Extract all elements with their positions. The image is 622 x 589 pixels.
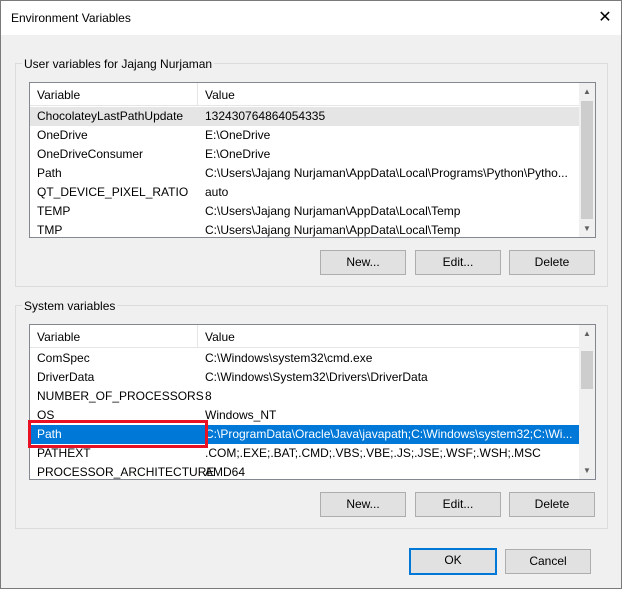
table-row[interactable]: QT_DEVICE_PIXEL_RATIO auto bbox=[30, 183, 579, 202]
variable-name: PROCESSOR_ARCHITECTURE bbox=[37, 465, 215, 479]
table-row[interactable]: TEMP C:\Users\Jajang Nurjaman\AppData\Lo… bbox=[30, 202, 579, 221]
variable-name: NUMBER_OF_PROCESSORS bbox=[37, 389, 204, 403]
variable-value: E:\OneDrive bbox=[205, 147, 271, 161]
variable-value: C:\Windows\system32\cmd.exe bbox=[205, 351, 373, 365]
header-variable[interactable]: Variable bbox=[37, 330, 80, 344]
vertical-scrollbar[interactable]: ▲ ▼ bbox=[579, 83, 595, 237]
variable-value: 8 bbox=[205, 389, 212, 403]
variable-name: OneDrive bbox=[37, 128, 88, 142]
variable-value: C:\Windows\System32\Drivers\DriverData bbox=[205, 370, 428, 384]
environment-variables-dialog: Environment Variables ✕ User variables f… bbox=[0, 0, 622, 589]
table-row[interactable]: ChocolateyLastPathUpdate 132430764864054… bbox=[30, 107, 579, 126]
variable-value: .COM;.EXE;.BAT;.CMD;.VBS;.VBE;.JS;.JSE;.… bbox=[205, 446, 541, 460]
table-row[interactable]: Path C:\Users\Jajang Nurjaman\AppData\Lo… bbox=[30, 164, 579, 183]
variable-value: Windows_NT bbox=[205, 408, 277, 422]
variable-name: ComSpec bbox=[37, 351, 90, 365]
scroll-thumb[interactable] bbox=[581, 101, 593, 219]
highlight-box bbox=[28, 420, 208, 448]
header-value[interactable]: Value bbox=[205, 88, 235, 102]
ok-button[interactable]: OK bbox=[409, 548, 497, 575]
variable-value: AMD64 bbox=[205, 465, 246, 479]
variable-name: Path bbox=[37, 166, 62, 180]
variable-value: E:\OneDrive bbox=[205, 128, 271, 142]
cancel-button[interactable]: Cancel bbox=[505, 549, 591, 574]
title-bar: Environment Variables ✕ bbox=[1, 1, 621, 35]
system-variables-label: System variables bbox=[22, 299, 118, 313]
close-icon[interactable]: ✕ bbox=[591, 7, 619, 29]
system-edit-button[interactable]: Edit... bbox=[415, 492, 501, 517]
table-row[interactable]: TMP C:\Users\Jajang Nurjaman\AppData\Loc… bbox=[30, 221, 579, 237]
window-title: Environment Variables bbox=[11, 11, 131, 25]
header-value[interactable]: Value bbox=[205, 330, 235, 344]
header-variable[interactable]: Variable bbox=[37, 88, 80, 102]
variable-value: C:\Users\Jajang Nurjaman\AppData\Local\T… bbox=[205, 223, 461, 237]
table-row[interactable]: DriverData C:\Windows\System32\Drivers\D… bbox=[30, 368, 579, 387]
variable-name: ChocolateyLastPathUpdate bbox=[37, 109, 184, 123]
variable-value: 132430764864054335 bbox=[205, 109, 326, 123]
table-row[interactable]: OneDrive E:\OneDrive bbox=[30, 126, 579, 145]
variable-value: C:\ProgramData\Oracle\Java\javapath;C:\W… bbox=[205, 427, 573, 441]
variable-name: PATHEXT bbox=[37, 446, 91, 460]
list-header: Variable Value bbox=[30, 83, 579, 106]
scroll-up-icon[interactable]: ▲ bbox=[579, 83, 595, 100]
variable-name: OneDriveConsumer bbox=[37, 147, 144, 161]
table-row[interactable]: PROCESSOR_ARCHITECTURE AMD64 bbox=[30, 463, 579, 479]
user-variables-list[interactable]: Variable Value ChocolateyLastPathUpdate … bbox=[29, 82, 596, 238]
variable-name: TEMP bbox=[37, 204, 71, 218]
variable-value: auto bbox=[205, 185, 229, 199]
scroll-thumb[interactable] bbox=[581, 351, 593, 389]
user-edit-button[interactable]: Edit... bbox=[415, 250, 501, 275]
variable-name: QT_DEVICE_PIXEL_RATIO bbox=[37, 185, 189, 199]
variable-name: DriverData bbox=[37, 370, 95, 384]
system-variables-list[interactable]: Variable Value ComSpec C:\Windows\system… bbox=[29, 324, 596, 480]
table-row[interactable]: NUMBER_OF_PROCESSORS 8 bbox=[30, 387, 579, 406]
table-row[interactable]: ComSpec C:\Windows\system32\cmd.exe bbox=[30, 349, 579, 368]
vertical-scrollbar[interactable]: ▲ ▼ bbox=[579, 325, 595, 479]
scroll-down-icon[interactable]: ▼ bbox=[579, 220, 595, 237]
user-delete-button[interactable]: Delete bbox=[509, 250, 595, 275]
variable-name: TMP bbox=[37, 223, 63, 237]
scroll-down-icon[interactable]: ▼ bbox=[579, 462, 595, 479]
system-new-button[interactable]: New... bbox=[320, 492, 406, 517]
system-delete-button[interactable]: Delete bbox=[509, 492, 595, 517]
variable-value: C:\Users\Jajang Nurjaman\AppData\Local\T… bbox=[205, 204, 461, 218]
list-header: Variable Value bbox=[30, 325, 579, 348]
variable-value: C:\Users\Jajang Nurjaman\AppData\Local\P… bbox=[205, 166, 568, 180]
table-row[interactable]: OneDriveConsumer E:\OneDrive bbox=[30, 145, 579, 164]
user-new-button[interactable]: New... bbox=[320, 250, 406, 275]
user-variables-label: User variables for Jajang Nurjaman bbox=[22, 57, 215, 71]
scroll-up-icon[interactable]: ▲ bbox=[579, 325, 595, 342]
